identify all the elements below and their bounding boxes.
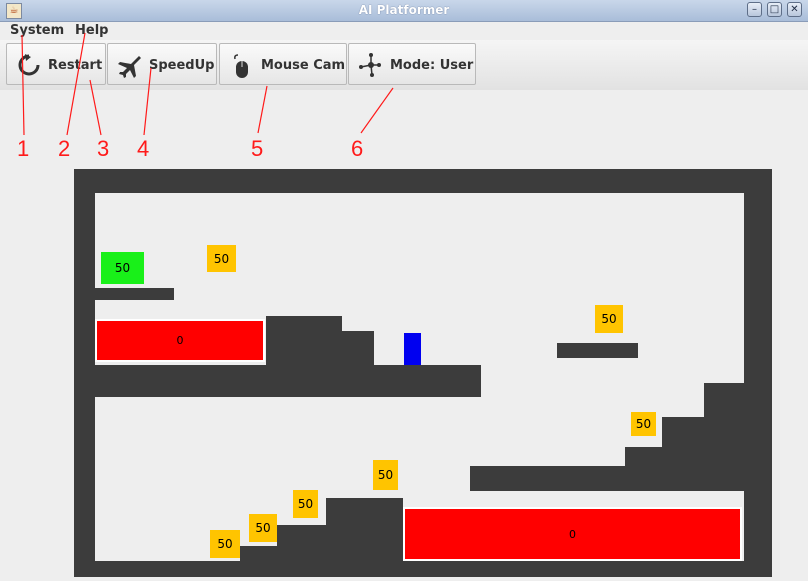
platform-block [342,331,374,366]
player-character [404,333,421,365]
coin: 50 [631,412,656,436]
coin: 50 [207,245,236,272]
game-canvas[interactable]: 50 0 0 50 50 50 50 50 50 50 [0,0,808,581]
coin: 50 [210,530,240,558]
stair-step [326,498,403,561]
platform-block [266,316,342,366]
upper-floor [95,365,481,397]
stair-step [625,447,662,491]
annotation-number: 6 [351,136,364,161]
ledge-platform [95,288,174,300]
goal-block: 50 [101,252,144,284]
coin: 50 [595,305,623,333]
lava-pit: 0 [95,319,265,362]
coin: 50 [293,490,318,518]
middle-ledge [470,466,625,491]
coin: 50 [373,460,398,490]
coin: 50 [249,514,277,542]
stair-step [277,525,326,561]
floating-platform [557,343,638,358]
annotation-number: 1 [17,136,30,161]
stair-step [240,546,277,561]
stair-step [704,383,744,491]
annotation-number: 4 [137,136,150,161]
annotation-number: 3 [97,136,110,161]
annotation-number: 2 [58,136,71,161]
annotation-number: 5 [251,136,264,161]
wall-right [744,169,772,577]
wall-bottom [74,561,772,577]
wall-top [74,169,772,193]
wall-left [74,169,95,577]
lava-pit: 0 [403,507,742,561]
stair-step [662,417,704,491]
